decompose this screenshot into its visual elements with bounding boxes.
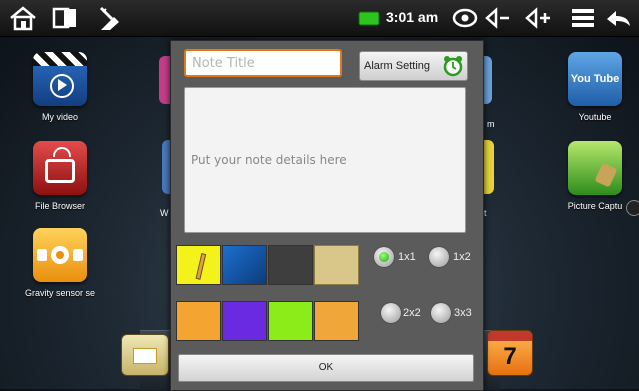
tools-icon[interactable] bbox=[96, 4, 126, 32]
alarm-setting-button[interactable]: Alarm Setting bbox=[359, 51, 468, 81]
back-icon[interactable] bbox=[604, 4, 634, 32]
app-label: Picture Captu bbox=[567, 201, 623, 211]
app-label: Gravity sensor se bbox=[24, 288, 96, 298]
alarm-clock-icon bbox=[443, 56, 463, 77]
app-label: My video bbox=[41, 112, 78, 122]
eye-icon[interactable] bbox=[450, 4, 480, 32]
background-swatch-purple[interactable] bbox=[222, 301, 267, 341]
clock: 3:01 am bbox=[386, 9, 439, 25]
app-label: File Browser bbox=[34, 201, 85, 211]
background-swatch-yellow-pencil[interactable] bbox=[176, 245, 221, 285]
app-label: Youtube bbox=[578, 112, 612, 122]
app-my-video[interactable]: My video bbox=[10, 52, 110, 122]
home-icon[interactable] bbox=[8, 4, 38, 32]
hidden-app-label: W bbox=[160, 208, 169, 218]
background-swatch-blue[interactable] bbox=[222, 245, 267, 285]
size-radio-1x2[interactable] bbox=[429, 247, 449, 267]
note-details-placeholder: Put your note details here bbox=[191, 153, 347, 167]
size-radio-3x3[interactable] bbox=[431, 303, 451, 323]
app-file-browser[interactable]: File Browser bbox=[10, 141, 110, 211]
app-picture-capture[interactable]: Picture Captu bbox=[545, 141, 639, 211]
size-radio-2x2[interactable] bbox=[381, 303, 401, 323]
note-title-input[interactable] bbox=[184, 49, 342, 77]
size-label-1x1: 1x1 bbox=[398, 251, 416, 263]
battery-icon bbox=[358, 11, 380, 26]
app-gravity-sensor[interactable]: Gravity sensor se bbox=[10, 228, 110, 298]
volume-up-icon[interactable] bbox=[524, 4, 554, 32]
mail-icon[interactable] bbox=[121, 334, 169, 376]
hidden-app-label: m bbox=[487, 119, 495, 129]
recent-apps-icon[interactable] bbox=[50, 4, 80, 32]
calendar-icon[interactable]: 7 bbox=[487, 330, 533, 376]
file-browser-icon bbox=[33, 141, 87, 195]
background-swatch-orange[interactable] bbox=[176, 301, 221, 341]
menu-icon[interactable] bbox=[568, 4, 598, 32]
hidden-app-label: t bbox=[484, 208, 487, 218]
volume-down-icon[interactable] bbox=[483, 4, 513, 32]
size-label-3x3: 3x3 bbox=[454, 307, 472, 319]
video-icon bbox=[33, 52, 87, 106]
background-swatch-green[interactable] bbox=[268, 301, 313, 341]
background-swatch-paper[interactable] bbox=[314, 245, 359, 285]
youtube-icon: You Tube bbox=[568, 52, 622, 106]
note-dialog: Alarm Setting Put your note details here… bbox=[170, 40, 484, 391]
alarm-setting-label: Alarm Setting bbox=[364, 60, 431, 72]
page-scroll-handle[interactable] bbox=[626, 200, 639, 216]
ok-label: OK bbox=[318, 362, 334, 373]
gravity-sensor-icon bbox=[33, 228, 87, 282]
pencil-icon bbox=[195, 253, 207, 280]
note-details-textarea[interactable]: Put your note details here bbox=[184, 87, 466, 233]
status-bar: 3:01 am bbox=[0, 0, 639, 37]
app-youtube[interactable]: You Tube Youtube bbox=[545, 52, 639, 122]
calendar-day: 7 bbox=[503, 343, 517, 370]
size-label-2x2: 2x2 bbox=[403, 307, 421, 319]
size-label-1x2: 1x2 bbox=[453, 251, 471, 263]
background-swatch-light-orange[interactable] bbox=[314, 301, 359, 341]
youtube-logo-text: You Tube bbox=[570, 73, 620, 85]
background-swatch-dark[interactable] bbox=[268, 245, 313, 285]
size-radio-1x1[interactable] bbox=[374, 247, 394, 267]
picture-capture-icon bbox=[568, 141, 622, 195]
ok-button[interactable]: OK bbox=[178, 354, 474, 382]
